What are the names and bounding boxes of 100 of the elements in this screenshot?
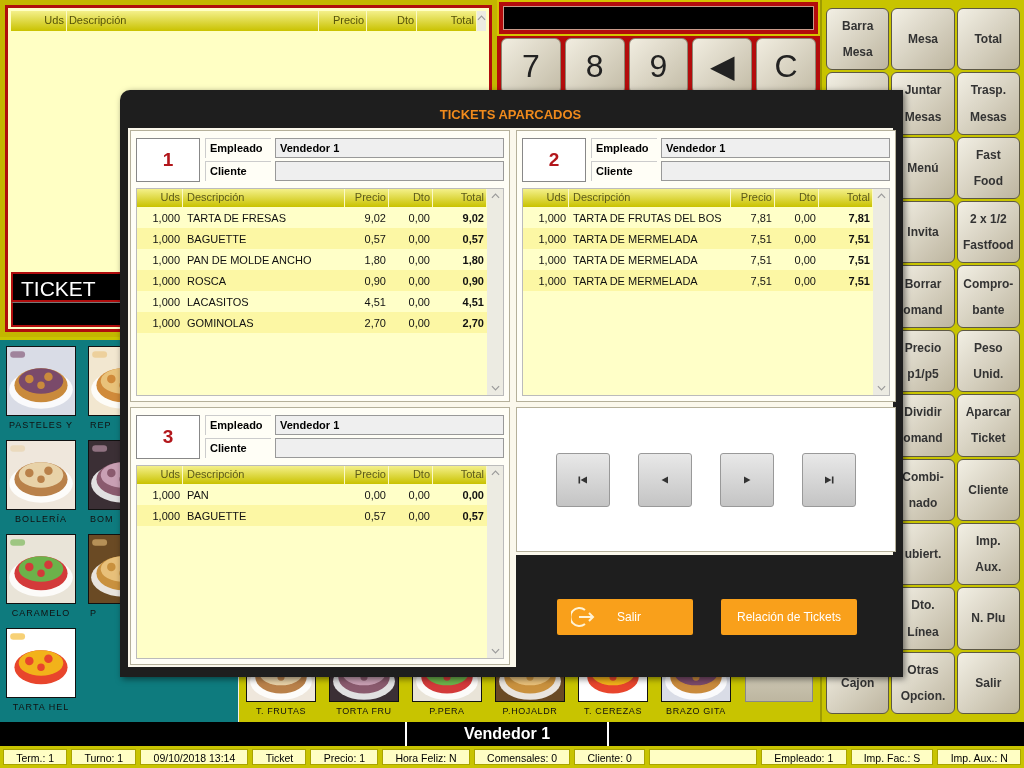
column-header: Uds [137, 189, 183, 207]
table-cell-text: 1,000 [537, 274, 567, 287]
chevron-down-icon[interactable] [490, 385, 500, 391]
category-label[interactable]: BOLLERÍA [6, 510, 76, 524]
chevron-up-icon[interactable] [490, 470, 500, 476]
arrow-right-icon [742, 475, 752, 484]
table-cell-text: TARTA DE MERMELADA [572, 232, 699, 245]
chevron-up-icon[interactable] [477, 15, 486, 21]
table-cell-text: 0,00 [363, 488, 387, 501]
category-label[interactable]: BOM [88, 510, 114, 524]
ticket-panel[interactable]: 3 Empleado Vendedor 1 Cliente Uds Descripción Precio Dto Total 1,000 PAN 0,00 0,00 0,00 1,000 BAGUETTE 0,57 0,00 0,57 [130, 407, 510, 665]
scrollbar[interactable] [487, 189, 503, 395]
status-field: Empleado: 1 [761, 749, 847, 765]
function-button[interactable]: Compro- bante [956, 265, 1020, 328]
table-cell-text: 0,00 [407, 253, 431, 266]
scrollbar[interactable] [873, 189, 889, 395]
scrollbar[interactable] [477, 11, 486, 31]
table-cell-text: 0,57 [363, 232, 387, 245]
function-button[interactable]: 2 x 1/2 Fastfood [956, 201, 1020, 264]
function-button[interactable]: Fast Food [956, 136, 1020, 200]
table-cell-text: TARTA DE MERMELADA [572, 274, 699, 287]
table-cell-text: 9,02 [461, 211, 485, 224]
product-label[interactable]: P.HOJALDR [502, 702, 558, 716]
table-cell-text: 0,00 [407, 488, 431, 501]
function-button[interactable]: Aparcar Ticket [956, 394, 1020, 457]
category-label[interactable]: TARTA HEL [6, 698, 76, 712]
status-field: Ticket [252, 749, 307, 765]
function-button[interactable]: Imp. Aux. [956, 522, 1020, 586]
ticket-panel[interactable] [130, 130, 510, 402]
function-button[interactable]: Otras Opcion. [891, 651, 955, 714]
chevron-down-icon[interactable] [490, 648, 500, 654]
table-cell-text: 0,90 [363, 274, 387, 287]
table-cell-text: 7,51 [749, 274, 773, 287]
column-header: Precio [731, 189, 775, 207]
last-page-button[interactable] [802, 452, 856, 507]
function-button[interactable]: Total [956, 8, 1020, 71]
function-button[interactable]: N. Plu [956, 587, 1020, 650]
table-cell-text: 7,51 [749, 253, 773, 266]
chevron-up-icon[interactable] [876, 193, 886, 199]
table-cell-text: 1,000 [151, 211, 181, 224]
product-label[interactable]: T. CEREZAS [584, 702, 642, 716]
dialog-title: TICKETS APARCADOS [439, 107, 582, 122]
previous-button[interactable] [638, 452, 692, 507]
product-label[interactable]: P.PERA [429, 702, 465, 716]
field-label: Empleado [205, 415, 271, 435]
next-button[interactable] [720, 452, 774, 507]
table-cell-text: 2,70 [461, 316, 485, 329]
field-label: Cliente [591, 161, 657, 181]
column-header: Dto [367, 11, 418, 31]
column-header: Dto [389, 189, 433, 207]
table-cell-text: PAN [186, 488, 210, 501]
category-label[interactable]: PASTELES Y [6, 416, 76, 430]
product-label[interactable]: TORTA FRU [336, 702, 392, 716]
status-field: Imp. Fac.: S [850, 749, 934, 765]
function-button[interactable]: Trasp. Mesas [956, 72, 1020, 135]
ticket-panel[interactable] [516, 130, 896, 402]
table-cell-text: 1,000 [151, 274, 181, 287]
table-cell-text: 0,90 [461, 274, 485, 287]
chevron-down-icon[interactable] [876, 385, 886, 391]
table-cell-text: 1,000 [537, 211, 567, 224]
status-field: Hora Feliz: N [382, 749, 470, 765]
field-label: Empleado [591, 138, 657, 158]
table-cell-text: 7,51 [749, 232, 773, 245]
table-cell-text: TARTA DE FRESAS [186, 211, 288, 224]
table-cell-text: 9,02 [363, 211, 387, 224]
scrollbar[interactable] [487, 466, 503, 658]
category-label[interactable]: CARAMELO [6, 604, 76, 618]
skip-back-icon [578, 475, 588, 484]
category-label[interactable]: P [88, 604, 97, 618]
table-cell-text: 1,000 [151, 232, 181, 245]
status-field: Comensales: 0 [473, 749, 571, 765]
status-field: Precio: 1 [310, 749, 379, 765]
function-button[interactable]: Mesa [891, 8, 955, 71]
ticket-number: 2 [522, 138, 586, 182]
column-header: Descripción [569, 189, 731, 207]
category-label[interactable]: REP [88, 416, 112, 430]
product-label[interactable]: BRAZO GITA [666, 702, 726, 716]
function-button[interactable]: Cliente [956, 458, 1020, 521]
employee-field: Vendedor 1 [275, 415, 504, 435]
table-cell-text: 0,57 [363, 509, 387, 522]
chevron-up-icon[interactable] [490, 193, 500, 199]
first-page-button[interactable] [556, 452, 610, 507]
function-button[interactable]: Salir [956, 651, 1020, 714]
table-cell-text: 1,000 [151, 253, 181, 266]
table-cell-text: 0,57 [461, 232, 485, 245]
function-button[interactable]: Barra Mesa [826, 8, 890, 71]
field-label: Cliente [205, 161, 271, 181]
column-header: Dto [775, 189, 819, 207]
field-label: Cliente [205, 438, 271, 458]
column-header: Descripción [183, 466, 345, 484]
table-cell-text: 0,00 [407, 211, 431, 224]
status-field: 09/10/2018 13:14 [140, 749, 249, 765]
table-cell-text: BAGUETTE [186, 509, 248, 522]
table-cell-text: 7,51 [847, 274, 871, 287]
table-cell-text: 1,000 [537, 232, 567, 245]
product-label[interactable]: T. FRUTAS [255, 702, 307, 716]
table-cell-text: 2,70 [363, 316, 387, 329]
function-button[interactable]: Peso Unid. [956, 329, 1020, 393]
column-header: Precio [345, 189, 389, 207]
table-cell-text: TARTA DE FRUTAS DEL BOS [572, 211, 723, 224]
